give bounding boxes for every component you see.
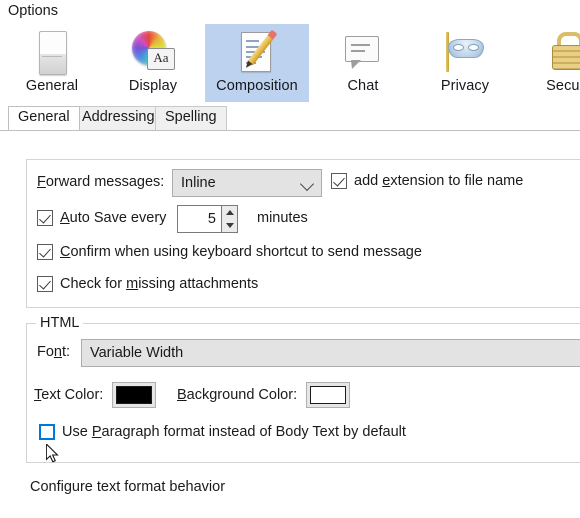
font-label: Font: bbox=[37, 344, 71, 360]
toolbar-item-privacy-label: Privacy bbox=[440, 78, 490, 94]
auto-save-spinner-buttons[interactable] bbox=[221, 205, 238, 233]
category-toolbar: General Aa Display Composition Chat Priv… bbox=[0, 24, 580, 104]
composition-icon bbox=[233, 28, 281, 76]
font-row: Font: bbox=[37, 344, 70, 360]
check-attachments-checkbox[interactable] bbox=[37, 276, 53, 292]
background-color-swatch[interactable] bbox=[306, 382, 351, 408]
tab-general[interactable]: General bbox=[8, 106, 80, 130]
security-icon bbox=[543, 28, 580, 76]
html-group-legend: HTML bbox=[36, 315, 84, 331]
chat-icon bbox=[339, 28, 387, 76]
forward-messages-value: Inline bbox=[181, 175, 216, 191]
text-color-label: Text Color: bbox=[34, 387, 104, 403]
toolbar-item-security[interactable]: Securi bbox=[515, 24, 580, 102]
privacy-icon bbox=[441, 28, 489, 76]
check-attachments-label: Check for missing attachments bbox=[60, 276, 259, 292]
font-dropdown[interactable]: Variable Width bbox=[81, 339, 580, 367]
html-group: HTML Font: Variable Width Text Color: Ba… bbox=[26, 315, 580, 463]
text-color-swatch[interactable] bbox=[112, 382, 157, 408]
paragraph-format-label: Use Paragraph format instead of Body Tex… bbox=[62, 424, 406, 440]
paragraph-format-checkbox[interactable] bbox=[39, 424, 55, 440]
forward-messages-label: Forward messages: bbox=[37, 174, 165, 190]
auto-save-minutes-input[interactable] bbox=[177, 205, 221, 233]
check-attachments-row: Check for missing attachments bbox=[37, 276, 258, 292]
toolbar-item-chat[interactable]: Chat bbox=[311, 24, 415, 102]
spinner-up-icon[interactable] bbox=[222, 206, 237, 219]
auto-save-unit: minutes bbox=[257, 210, 308, 226]
background-color-row: Background Color: bbox=[177, 382, 351, 408]
chevron-down-icon bbox=[299, 176, 315, 192]
background-color-label: Background Color: bbox=[177, 387, 298, 403]
forward-messages-dropdown[interactable]: Inline bbox=[172, 169, 322, 197]
status-text: Configure text format behavior bbox=[30, 479, 226, 495]
display-icon: Aa bbox=[129, 28, 177, 76]
auto-save-row: Auto Save every bbox=[37, 210, 166, 226]
toolbar-item-composition-label: Composition bbox=[216, 78, 298, 94]
add-extension-label: add extension to file name bbox=[354, 173, 524, 189]
toolbar-item-privacy[interactable]: Privacy bbox=[413, 24, 517, 102]
toolbar-item-general[interactable]: General bbox=[0, 24, 104, 102]
auto-save-checkbox[interactable] bbox=[37, 210, 53, 226]
toolbar-item-display[interactable]: Aa Display bbox=[101, 24, 205, 102]
tab-strip: General Addressing Spelling bbox=[0, 103, 580, 130]
auto-save-minutes-stepper[interactable] bbox=[177, 205, 238, 233]
toolbar-item-chat-label: Chat bbox=[347, 78, 379, 94]
auto-save-label: Auto Save every bbox=[60, 210, 167, 226]
title-bar: Options bbox=[0, 0, 580, 24]
confirm-shortcut-label: Confirm when using keyboard shortcut to … bbox=[60, 244, 422, 260]
add-extension-checkbox[interactable] bbox=[331, 173, 347, 189]
paragraph-format-row: Use Paragraph format instead of Body Tex… bbox=[39, 424, 406, 440]
general-icon bbox=[28, 28, 76, 76]
tab-addressing[interactable]: Addressing bbox=[72, 106, 165, 130]
toolbar-item-display-label: Display bbox=[128, 78, 178, 94]
confirm-shortcut-checkbox[interactable] bbox=[37, 244, 53, 260]
text-color-row: Text Color: bbox=[34, 382, 157, 408]
add-extension-row: add extension to file name bbox=[331, 173, 523, 189]
confirm-shortcut-row: Confirm when using keyboard shortcut to … bbox=[37, 244, 422, 260]
window-title: Options bbox=[8, 3, 58, 19]
toolbar-item-composition[interactable]: Composition bbox=[205, 24, 309, 102]
tab-page-general: Forward messages: Inline Auto Save every… bbox=[0, 130, 580, 518]
forward-messages-row: Forward messages: bbox=[37, 174, 164, 190]
font-value: Variable Width bbox=[90, 345, 184, 361]
toolbar-item-security-label: Securi bbox=[546, 78, 580, 94]
options-window: Options General Aa Display Composition C… bbox=[0, 0, 580, 518]
tab-spelling[interactable]: Spelling bbox=[155, 106, 227, 130]
toolbar-item-general-label: General bbox=[25, 78, 79, 94]
spinner-down-icon[interactable] bbox=[222, 219, 237, 232]
